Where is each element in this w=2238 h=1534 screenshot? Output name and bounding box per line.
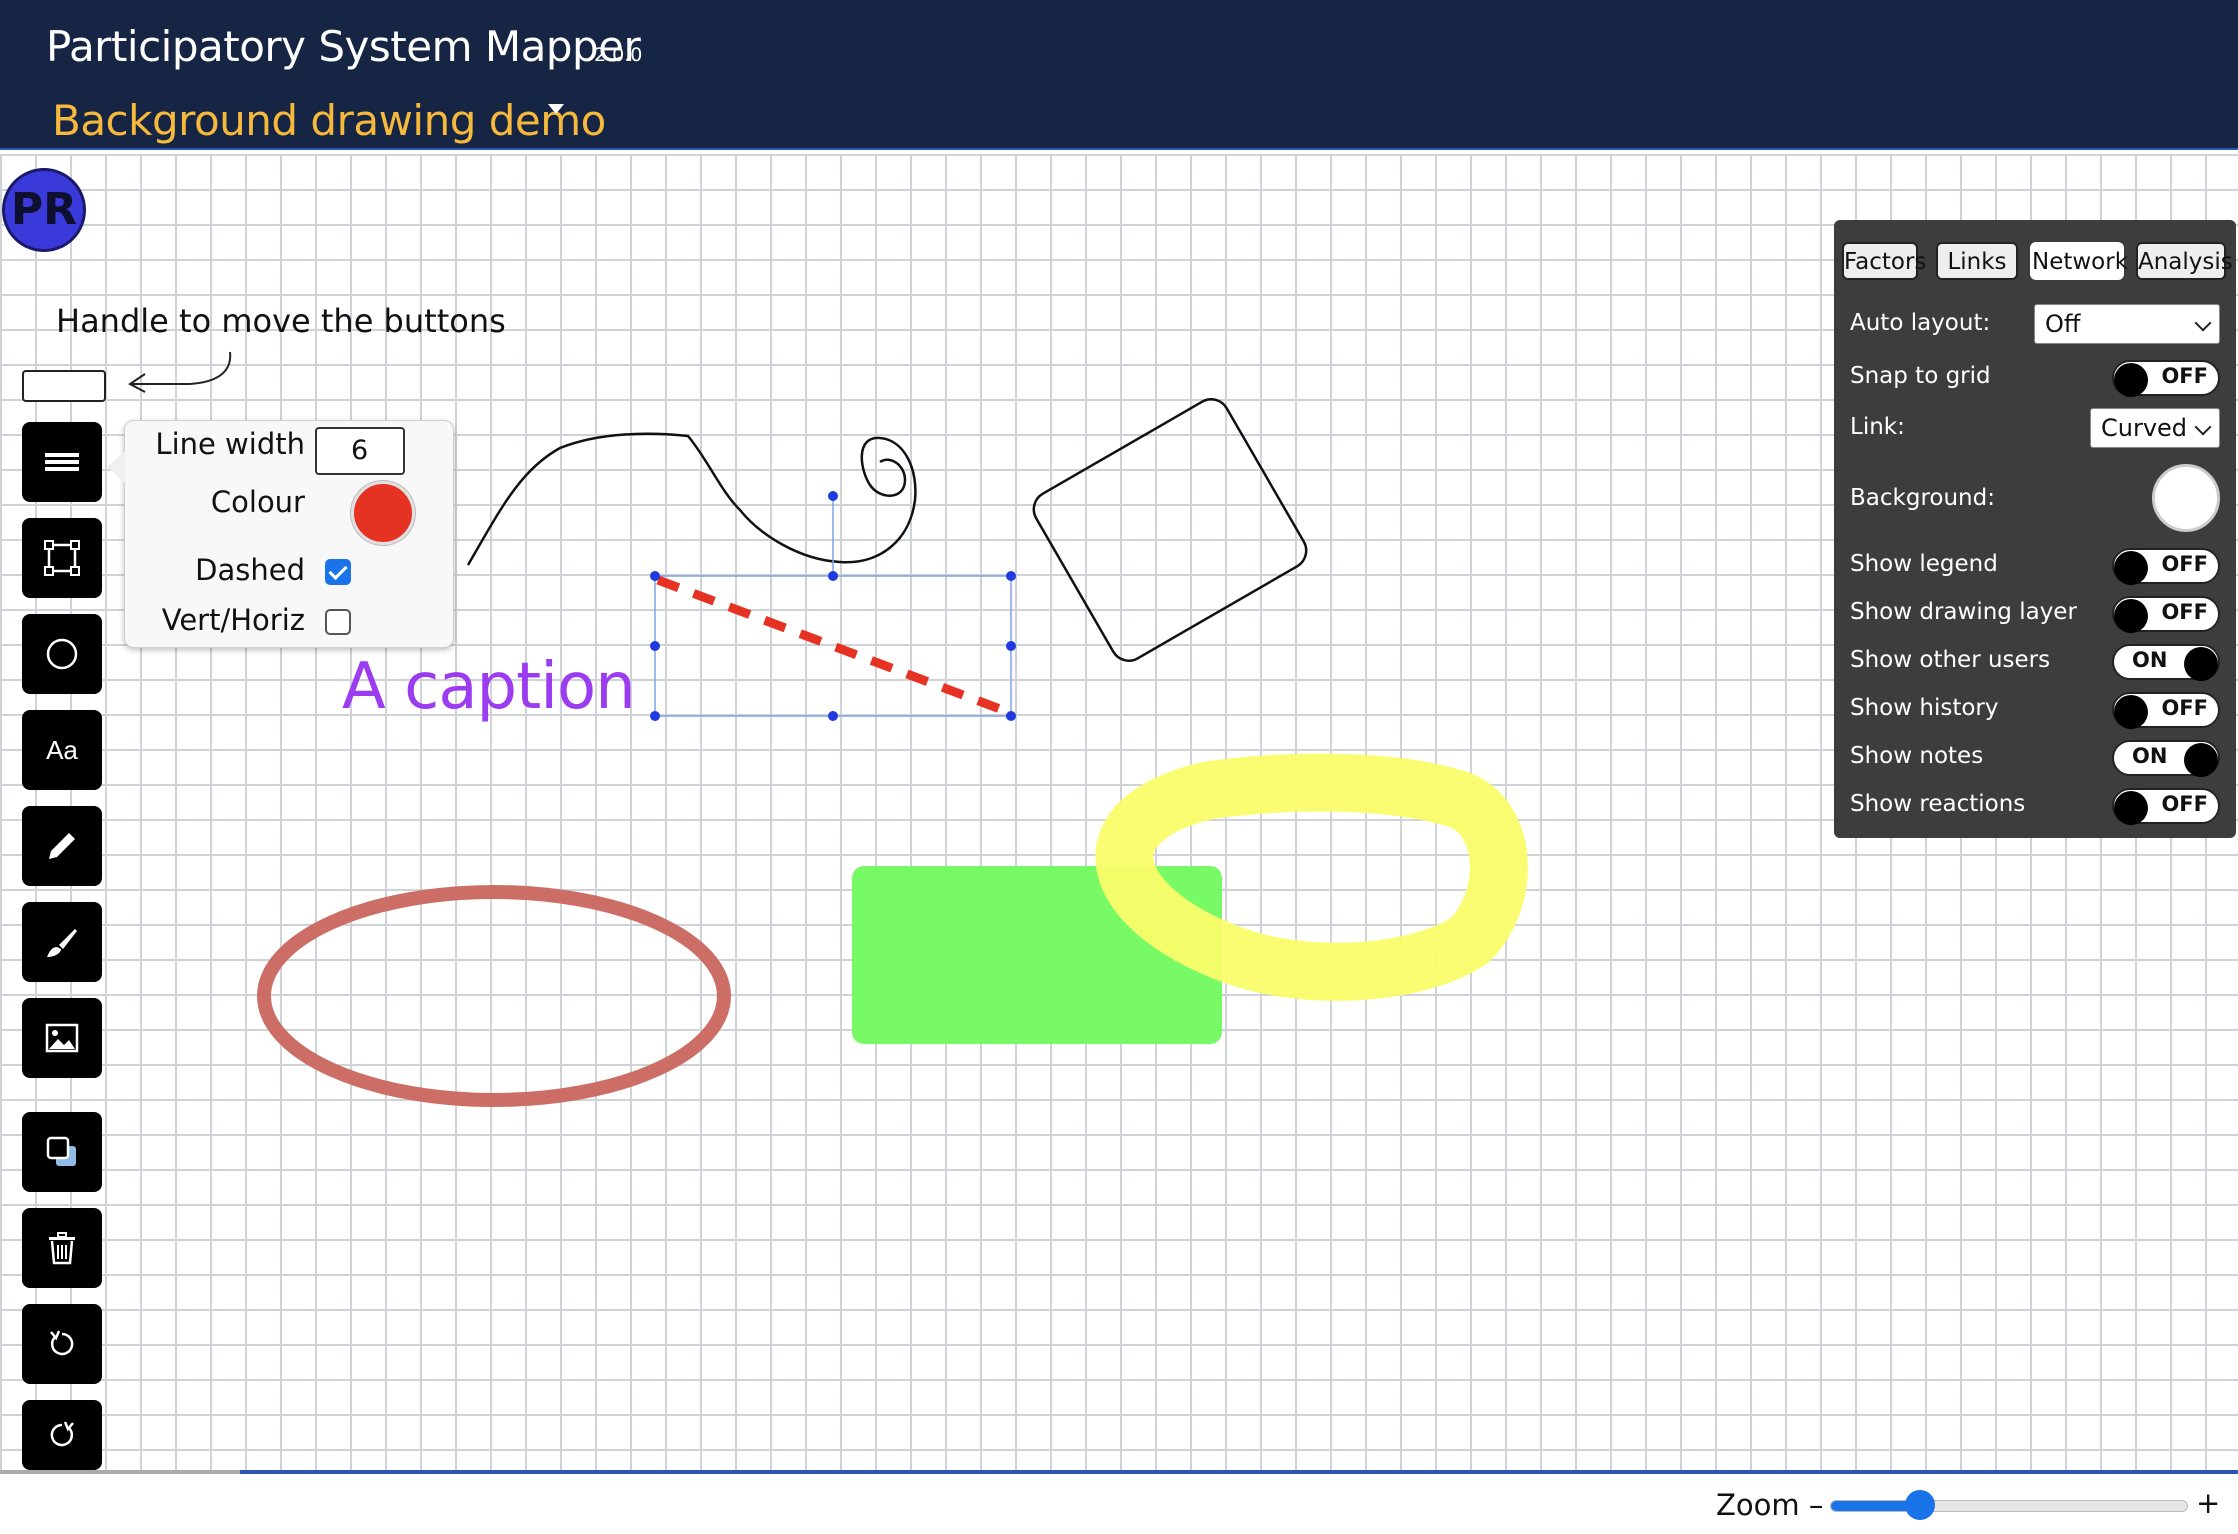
duplicate-button[interactable]: [22, 1112, 102, 1192]
show-notes-toggle[interactable]: ON: [2112, 740, 2220, 777]
map-title[interactable]: Background drawing demo: [52, 96, 606, 145]
chevron-down-icon: [2194, 418, 2212, 436]
text-tool-button[interactable]: Aa: [22, 710, 102, 790]
pencil-icon: [49, 833, 75, 859]
show-legend-toggle[interactable]: OFF: [2112, 548, 2220, 585]
redo-button[interactable]: [22, 1400, 102, 1470]
delete-button[interactable]: [22, 1208, 102, 1288]
colour-picker[interactable]: [351, 481, 415, 545]
brush-icon: [47, 929, 77, 957]
show-notes-state: ON: [2132, 744, 2168, 768]
background-label: Background:: [1850, 485, 1995, 511]
handle-annotation-text: Handle to move the buttons: [56, 302, 506, 340]
toggle-knob: [2114, 551, 2148, 585]
avatar[interactable]: PR: [2, 168, 86, 252]
app-header: Participatory System Mapper 2.0.0 Backgr…: [0, 0, 2238, 148]
dashed-red-line: [656, 575, 1010, 717]
brush-tool-button[interactable]: [22, 902, 102, 982]
app-title: Participatory System Mapper: [46, 22, 641, 71]
line-width-label: Line width: [155, 427, 305, 461]
caption-text[interactable]: A caption: [342, 650, 636, 724]
toolbar-drag-handle[interactable]: [22, 370, 106, 402]
background-colour-picker[interactable]: [2152, 464, 2220, 532]
image-tool-button[interactable]: [22, 998, 102, 1078]
auto-layout-select[interactable]: Off: [2034, 304, 2220, 344]
show-other-users-toggle[interactable]: ON: [2112, 644, 2220, 681]
show-other-users-label: Show other users: [1850, 647, 2051, 673]
circle-icon: [46, 638, 78, 670]
show-drawing-layer-toggle[interactable]: OFF: [2112, 596, 2220, 633]
pencil-tool-button[interactable]: [22, 806, 102, 886]
settings-panel: Factors Links Network Analysis Auto layo…: [1834, 220, 2236, 838]
show-reactions-label: Show reactions: [1850, 791, 2026, 817]
snap-to-grid-state: OFF: [2161, 364, 2208, 388]
chevron-down-icon: [2194, 314, 2212, 332]
line-width-input[interactable]: 6: [315, 427, 405, 475]
image-icon: [45, 1023, 79, 1053]
line-width-button[interactable]: [22, 422, 102, 502]
show-legend-label: Show legend: [1850, 551, 1998, 577]
line-width-icon: [45, 453, 79, 471]
zoom-slider-thumb[interactable]: [1904, 1490, 1935, 1520]
rotated-rectangle: [1032, 398, 1308, 662]
rectangle-icon: [44, 540, 80, 576]
zoom-in-icon[interactable]: +: [2196, 1486, 2220, 1520]
link-style-value: Curved: [2101, 414, 2188, 442]
link-label: Link:: [1850, 414, 1905, 440]
rectangle-tool-button[interactable]: [22, 518, 102, 598]
app-version: 2.0.0: [594, 44, 643, 66]
snap-to-grid-toggle[interactable]: OFF: [2112, 360, 2220, 397]
colour-label: Colour: [210, 485, 305, 519]
vert-horiz-label: Vert/Horiz: [161, 603, 305, 637]
show-notes-label: Show notes: [1850, 743, 1984, 769]
line-style-popup: Line width 6 Colour Dashed Vert/Horiz: [107, 420, 454, 648]
ellipse-shape: [257, 885, 731, 1107]
show-legend-state: OFF: [2161, 552, 2208, 576]
toggle-knob: [2184, 647, 2218, 681]
text-icon: Aa: [46, 734, 78, 765]
link-style-select[interactable]: Curved: [2090, 408, 2220, 448]
show-reactions-toggle[interactable]: OFF: [2112, 788, 2220, 825]
circle-tool-button[interactable]: [22, 614, 102, 694]
tab-factors[interactable]: Factors: [1842, 242, 1926, 280]
show-drawing-layer-state: OFF: [2161, 600, 2208, 624]
toggle-knob: [2184, 743, 2218, 777]
toggle-knob: [2114, 791, 2148, 825]
redo-icon: [50, 1421, 74, 1447]
undo-button[interactable]: [22, 1304, 102, 1384]
trash-icon: [49, 1232, 75, 1265]
toggle-knob: [2114, 599, 2148, 633]
zoom-slider[interactable]: [1830, 1500, 2188, 1512]
undo-icon: [50, 1330, 74, 1356]
tab-analysis[interactable]: Analysis: [2136, 242, 2233, 280]
toggle-knob: [2114, 695, 2148, 729]
annotation-arrow: [130, 351, 232, 385]
duplicate-icon: [46, 1136, 76, 1166]
show-history-state: OFF: [2161, 696, 2208, 720]
footer-divider-left: [0, 1470, 240, 1474]
tab-links[interactable]: Links: [1936, 242, 2018, 280]
auto-layout-value: Off: [2045, 310, 2081, 338]
freehand-stroke: [466, 432, 917, 566]
popup-pointer: [107, 451, 125, 483]
show-history-label: Show history: [1850, 695, 1999, 721]
show-drawing-layer-label: Show drawing layer: [1850, 599, 2077, 625]
show-other-users-state: ON: [2132, 648, 2168, 672]
show-history-toggle[interactable]: OFF: [2112, 692, 2220, 729]
chevron-down-icon[interactable]: [548, 104, 564, 114]
dashed-checkbox[interactable]: [325, 559, 351, 585]
footer-divider: [0, 1470, 2238, 1474]
snap-to-grid-label: Snap to grid: [1850, 363, 1991, 389]
auto-layout-label: Auto layout:: [1850, 310, 1991, 336]
vert-horiz-checkbox[interactable]: [325, 609, 351, 635]
dashed-label: Dashed: [195, 553, 305, 587]
zoom-label: Zoom –: [1716, 1488, 1824, 1522]
tab-network[interactable]: Network: [2030, 242, 2128, 280]
show-reactions-state: OFF: [2161, 792, 2208, 816]
toggle-knob: [2114, 363, 2148, 397]
